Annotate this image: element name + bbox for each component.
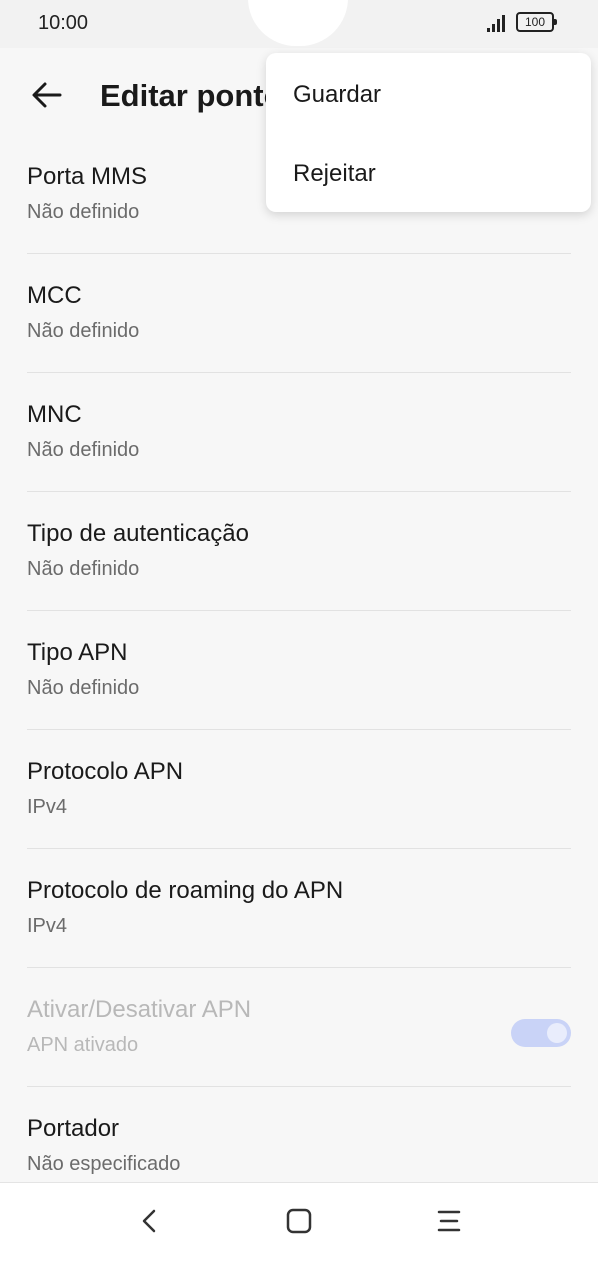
setting-title: Portador xyxy=(27,1115,120,1142)
setting-title: Ativar/Desativar APN xyxy=(27,996,252,1023)
camera-notch xyxy=(248,0,348,46)
divider xyxy=(27,491,571,492)
setting-title: Tipo APN xyxy=(27,639,128,666)
setting-row-apn-protocol[interactable]: Protocolo APN IPv4 xyxy=(0,739,598,858)
setting-title: MCC xyxy=(27,282,82,309)
setting-value: Não definido xyxy=(27,320,140,342)
overflow-menu: Guardar Rejeitar xyxy=(266,53,591,212)
screen: 10:00 100 Editar ponto de acesso Porta M… xyxy=(0,0,598,1262)
battery-icon: 100 xyxy=(516,12,557,32)
setting-row-mcc[interactable]: MCC Não definido xyxy=(0,263,598,382)
setting-title: Porta MMS xyxy=(27,163,148,190)
setting-row-apn-roaming-protocol[interactable]: Protocolo de roaming do APN IPv4 xyxy=(0,858,598,977)
chevron-left-icon[interactable] xyxy=(130,1205,170,1237)
settings-list: Porta MMS Não definido MCC Não definido … xyxy=(0,144,598,1215)
divider xyxy=(27,729,571,730)
setting-row-apn-enable: Ativar/Desativar APN APN ativado xyxy=(0,977,598,1096)
setting-value: Não definido xyxy=(27,677,140,699)
status-bar: 10:00 100 xyxy=(0,0,598,48)
square-home-icon[interactable] xyxy=(279,1205,319,1237)
setting-value: APN ativado xyxy=(27,1034,139,1056)
apn-enable-toggle xyxy=(511,1019,571,1047)
divider xyxy=(27,1086,571,1087)
setting-value: Não definido xyxy=(27,201,140,223)
signal-icon xyxy=(487,14,509,32)
status-time: 10:00 xyxy=(38,12,89,34)
divider xyxy=(27,372,571,373)
setting-title: Protocolo de roaming do APN xyxy=(27,877,344,904)
arrow-left-icon[interactable] xyxy=(30,78,64,112)
menu-lines-icon[interactable] xyxy=(429,1205,469,1237)
setting-value: IPv4 xyxy=(27,796,68,818)
navigation-bar xyxy=(0,1182,598,1262)
setting-value: Não especificado xyxy=(27,1153,181,1175)
setting-title: MNC xyxy=(27,401,82,428)
setting-value: Não definido xyxy=(27,558,140,580)
setting-row-apn-type[interactable]: Tipo APN Não definido xyxy=(0,620,598,739)
setting-row-mnc[interactable]: MNC Não definido xyxy=(0,382,598,501)
divider xyxy=(27,967,571,968)
battery-level: 100 xyxy=(524,15,546,29)
menu-item-save[interactable]: Guardar xyxy=(293,81,381,109)
menu-item-discard[interactable]: Rejeitar xyxy=(293,160,376,188)
setting-value: IPv4 xyxy=(27,915,68,937)
divider xyxy=(27,610,571,611)
setting-title: Tipo de autenticação xyxy=(27,520,249,547)
divider xyxy=(27,253,571,254)
setting-value: Não definido xyxy=(27,439,140,461)
toggle-knob xyxy=(547,1023,567,1043)
setting-row-auth-type[interactable]: Tipo de autenticação Não definido xyxy=(0,501,598,620)
divider xyxy=(27,848,571,849)
setting-title: Protocolo APN xyxy=(27,758,184,785)
